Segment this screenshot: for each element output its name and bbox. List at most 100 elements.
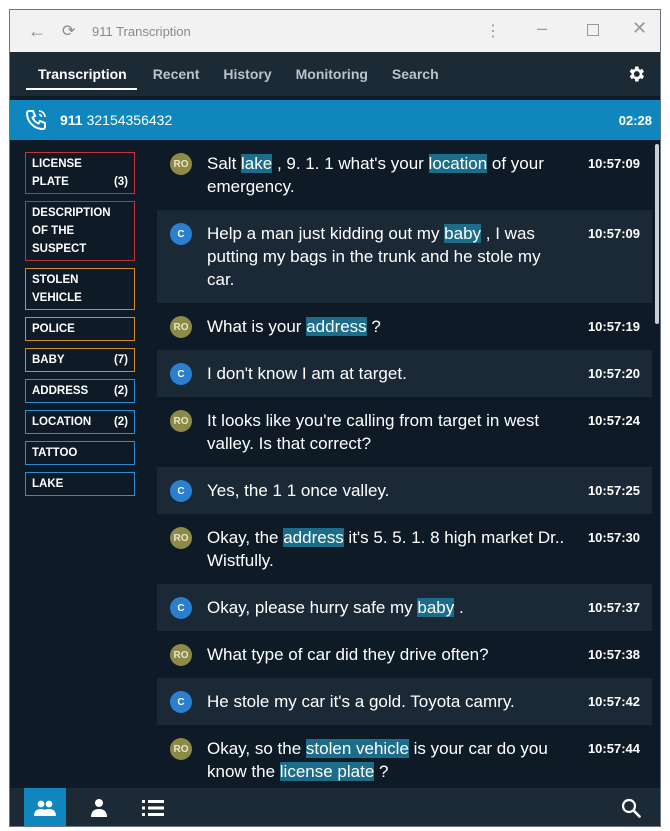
group-button[interactable] xyxy=(24,788,66,826)
message-text-segment: Salt xyxy=(207,154,242,173)
keyword-label: BABY xyxy=(32,351,65,369)
message-text-segment: , 9. 1. 1 what's your xyxy=(272,154,429,173)
tab-search[interactable]: Search xyxy=(380,52,451,96)
transcript-message: RO What is your address ? 10:57:19 xyxy=(157,303,652,350)
keyword-label-line: ADDRESS xyxy=(32,385,89,397)
caller-avatar: C xyxy=(170,363,192,385)
keyword-tattoo[interactable]: TATTOO xyxy=(25,441,135,465)
operator-avatar: RO xyxy=(170,644,192,666)
message-timestamp: 10:57:20 xyxy=(587,366,640,381)
maximize-icon[interactable] xyxy=(587,24,599,36)
keyword-label-line: DESCRIPTION xyxy=(32,207,111,219)
message-text-segment: I don't know I am at target. xyxy=(207,364,407,383)
keyword-label: ADDRESS xyxy=(32,382,88,400)
keyword-label: POLICE xyxy=(32,320,75,338)
keyword-police[interactable]: POLICE xyxy=(25,317,135,341)
back-arrow-icon[interactable]: ← xyxy=(28,21,48,42)
operator-avatar: RO xyxy=(170,316,192,338)
keyword-license[interactable]: LICENSE PLATE (3) xyxy=(25,152,135,194)
keyword-highlight: address xyxy=(283,528,344,547)
message-text: Salt lake , 9. 1. 1 what's your location… xyxy=(207,152,572,198)
call-duration: 02:28 xyxy=(618,112,652,128)
message-text-segment: It looks like you're calling from target… xyxy=(207,411,540,453)
message-text: Okay, so the stolen vehicle is your car … xyxy=(207,737,572,783)
keyword-label-line: POLICE xyxy=(32,323,75,335)
keyword-location[interactable]: LOCATION (2) xyxy=(25,410,135,434)
message-text-segment: What is your xyxy=(207,317,307,336)
keyword-description[interactable]: DESCRIPTION OF THE SUSPECT xyxy=(25,201,135,261)
operator-avatar: RO xyxy=(170,410,192,432)
person-icon xyxy=(91,799,107,817)
active-call-bar: 911 32154356432 02:28 xyxy=(10,100,660,140)
list-button[interactable] xyxy=(132,788,174,826)
message-text: I don't know I am at target. xyxy=(207,362,572,385)
tab-recent[interactable]: Recent xyxy=(141,52,212,96)
message-text: What is your address ? xyxy=(207,315,572,338)
keyword-baby[interactable]: BABY (7) xyxy=(25,348,135,372)
transcript-list[interactable]: RO Salt lake , 9. 1. 1 what's your locati… xyxy=(157,140,652,788)
title-bar: ← ⟳ 911 Transcription ⋮ – ✕ xyxy=(10,10,660,52)
keyword-label-line: LICENSE xyxy=(32,158,82,170)
keyword-count: (7) xyxy=(113,354,128,366)
message-text: Okay, please hurry safe my baby . xyxy=(207,596,572,619)
scrollbar[interactable] xyxy=(655,144,659,324)
group-icon xyxy=(34,800,56,816)
message-text: Help a man just kidding out my baby , I … xyxy=(207,222,572,291)
caller-avatar: C xyxy=(170,597,192,619)
search-button[interactable] xyxy=(610,788,652,826)
keyword-lake[interactable]: LAKE xyxy=(25,472,135,496)
keyword-count: (2) xyxy=(113,385,128,397)
tab-monitoring[interactable]: Monitoring xyxy=(284,52,380,96)
minimize-icon[interactable]: – xyxy=(537,18,547,39)
search-icon xyxy=(621,798,641,818)
keyword-address[interactable]: ADDRESS (2) xyxy=(25,379,135,403)
close-icon[interactable]: ✕ xyxy=(632,18,647,39)
transcript-message: C Yes, the 1 1 once valley. 10:57:25 xyxy=(157,467,652,514)
message-timestamp: 10:57:42 xyxy=(587,694,640,709)
message-timestamp: 10:57:09 xyxy=(587,156,640,171)
keyword-panel: LICENSE PLATE (3) DESCRIPTION OF THE SUSPECT S… xyxy=(25,152,135,503)
transcript-message: C Help a man just kidding out my baby , I… xyxy=(157,210,652,303)
keyword-label-line: BABY xyxy=(32,354,65,366)
nav-bar: Transcription Recent History Monitoring … xyxy=(10,52,660,96)
message-timestamp: 10:57:19 xyxy=(587,319,640,334)
keyword-count: (3) xyxy=(113,176,128,188)
keyword-label: LOCATION xyxy=(32,413,91,431)
message-timestamp: 10:57:30 xyxy=(587,530,640,545)
tab-transcription[interactable]: Transcription xyxy=(10,52,141,96)
message-text-segment: ? xyxy=(366,317,381,336)
transcript-message: RO Okay, so the stolen vehicle is your ca… xyxy=(157,725,652,788)
gear-icon[interactable] xyxy=(626,64,646,84)
transcript-message: RO Okay, the address it's 5. 5. 1. 8 high… xyxy=(157,514,652,584)
transcript-message: C I don't know I am at target. 10:57:20 xyxy=(157,350,652,397)
keyword-count: (2) xyxy=(113,416,128,428)
keyword-highlight: stolen vehicle xyxy=(305,739,409,758)
more-menu-icon[interactable]: ⋮ xyxy=(485,21,501,41)
message-timestamp: 10:57:09 xyxy=(587,226,640,241)
keyword-label: TATTOO xyxy=(32,444,77,462)
transcript-message: C Okay, please hurry safe my baby . 10:57:… xyxy=(157,584,652,631)
window-title: 911 Transcription xyxy=(92,23,191,39)
message-timestamp: 10:57:44 xyxy=(587,741,640,756)
keyword-label: STOLEN VEHICLE xyxy=(32,271,82,307)
caller-number: 32154356432 xyxy=(86,112,173,128)
transcript-message: RO What type of car did they drive often?… xyxy=(157,631,652,678)
keyword-label-line: LOCATION xyxy=(32,416,92,428)
transcript-message: RO It looks like you're calling from targ… xyxy=(157,397,652,467)
keyword-label: DESCRIPTION OF THE SUSPECT xyxy=(32,204,111,258)
caller-avatar: C xyxy=(170,480,192,502)
keyword-highlight: baby xyxy=(417,598,455,617)
transcript-message: C He stole my car it's a gold. Toyota cam… xyxy=(157,678,652,725)
person-button[interactable] xyxy=(78,788,120,826)
keyword-label-line: LAKE xyxy=(32,478,64,490)
message-text-segment: Help a man just kidding out my xyxy=(207,224,445,243)
keyword-label: LAKE xyxy=(32,475,63,493)
refresh-icon[interactable]: ⟳ xyxy=(62,21,82,41)
operator-avatar: RO xyxy=(170,153,192,175)
tab-history[interactable]: History xyxy=(211,52,283,96)
phone-icon xyxy=(25,110,46,131)
keyword-highlight: location xyxy=(428,154,488,173)
keyword-stolen[interactable]: STOLEN VEHICLE xyxy=(25,268,135,310)
keyword-highlight: license plate xyxy=(279,762,375,781)
operator-avatar: RO xyxy=(170,738,192,760)
